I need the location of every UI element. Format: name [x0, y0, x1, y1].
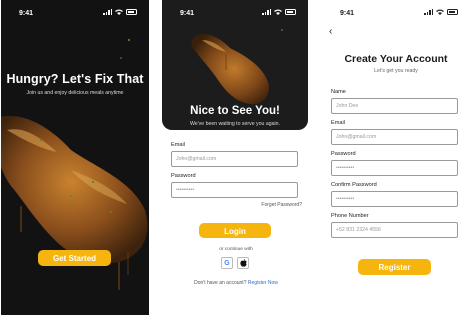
- status-bar: 9:41: [1, 0, 149, 28]
- confirm-password-field[interactable]: ••••••••••: [331, 191, 458, 207]
- create-account-screen: 9:41 ‹ Create Your Account Let's get you…: [322, 0, 470, 315]
- login-subtitle: We've been waiting to serve you again.: [189, 121, 280, 127]
- login-header: 9:41 Nice to See You! We've been waiting…: [162, 0, 308, 130]
- status-time: 9:41: [340, 10, 355, 17]
- apple-icon[interactable]: [237, 257, 249, 269]
- or-continue-label: or continue with: [219, 247, 253, 252]
- status-time: 9:41: [180, 10, 195, 17]
- battery-icon: [447, 9, 458, 15]
- signal-icon: [262, 9, 271, 15]
- password-label: Password: [331, 151, 356, 157]
- email-label: Email: [171, 142, 185, 148]
- battery-icon: [285, 9, 296, 15]
- wifi-icon: [274, 9, 282, 15]
- back-icon[interactable]: ‹: [329, 26, 332, 37]
- wifi-icon: [115, 9, 123, 15]
- battery-icon: [126, 9, 137, 15]
- confirm-password-label: Confirm Password: [331, 182, 377, 188]
- food-image: [1, 39, 148, 290]
- status-time: 9:41: [19, 10, 34, 17]
- name-field[interactable]: John Dee: [331, 98, 458, 114]
- get-started-button[interactable]: Get Started: [38, 250, 111, 266]
- phone-number-label: Phone Number: [331, 213, 369, 219]
- name-label: Name: [331, 89, 346, 95]
- no-account-label: Don't have an account?: [194, 280, 247, 286]
- password-field[interactable]: ••••••••••: [171, 182, 298, 198]
- create-account-title: Create Your Account: [344, 53, 448, 65]
- email-field[interactable]: John@gmail.com: [171, 151, 298, 167]
- password-label: Password: [171, 173, 196, 179]
- welcome-screen: 9:41 Hungry? Let's Fix That Join us and …: [1, 0, 149, 315]
- status-bar: 9:41: [322, 0, 470, 28]
- create-account-subtitle: Let's get you ready: [374, 68, 418, 74]
- login-screen: 9:41 Nice to See You! We've been waiting…: [162, 0, 310, 315]
- register-now-link[interactable]: Register Now: [248, 280, 278, 286]
- phone-number-field[interactable]: +52 831 2324 4556: [331, 222, 458, 238]
- email-field[interactable]: John@gmail.com: [331, 129, 458, 145]
- login-title: Nice to See You!: [190, 105, 280, 117]
- status-bar: 9:41: [162, 0, 308, 28]
- signal-icon: [103, 9, 112, 15]
- register-button[interactable]: Register: [358, 259, 431, 275]
- google-icon[interactable]: G: [221, 257, 233, 269]
- welcome-subtitle: Join us and enjoy delicious meals anytim…: [26, 90, 124, 96]
- forgot-password-link[interactable]: Forget Password?: [261, 202, 302, 208]
- email-label: Email: [331, 120, 345, 126]
- no-account-text: Don't have an account? Register Now: [162, 280, 310, 286]
- signal-icon: [424, 9, 433, 15]
- login-button[interactable]: Login: [199, 223, 271, 238]
- password-field[interactable]: ••••••••••: [331, 160, 458, 176]
- wifi-icon: [436, 9, 444, 15]
- welcome-title: Hungry? Let's Fix That: [6, 72, 144, 86]
